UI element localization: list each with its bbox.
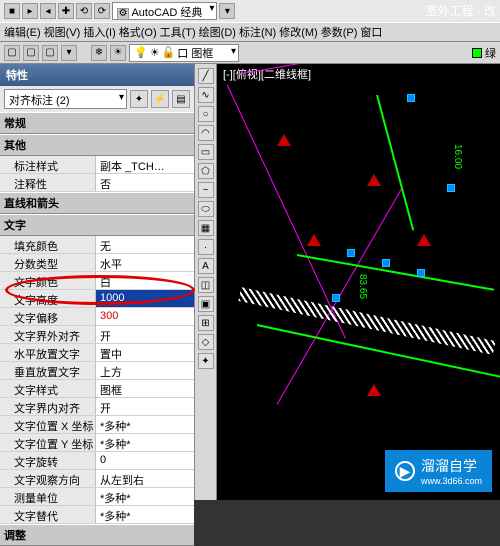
- val-posv[interactable]: 上方: [95, 362, 194, 379]
- cat-lines-arrows[interactable]: 直线和箭头: [0, 192, 194, 214]
- filter-icon[interactable]: ▤: [172, 90, 190, 108]
- tool-icon[interactable]: ▢: [23, 45, 39, 61]
- line-icon[interactable]: ╱: [198, 68, 214, 84]
- quick-icon[interactable]: ⚡: [151, 90, 169, 108]
- menu-format[interactable]: 格式(O): [119, 24, 157, 40]
- window-title: 室外工程 - 改: [425, 2, 496, 19]
- menu-view[interactable]: 视图(V): [44, 24, 81, 40]
- text-icon[interactable]: A: [198, 258, 214, 274]
- menu-modify[interactable]: 修改(M): [279, 24, 318, 40]
- val-textoffset[interactable]: 300: [95, 308, 194, 325]
- val-textrot[interactable]: 0: [95, 452, 194, 469]
- region-icon[interactable]: ▣: [198, 296, 214, 312]
- menu-insert[interactable]: 插入(I): [83, 24, 115, 40]
- poly-icon[interactable]: ⬠: [198, 163, 214, 179]
- point-icon[interactable]: ·: [198, 239, 214, 255]
- menu-param[interactable]: 参数(P): [321, 24, 358, 40]
- color-swatch[interactable]: [472, 48, 482, 58]
- icon-btn[interactable]: ◂: [40, 3, 56, 19]
- cat-text[interactable]: 文字: [0, 214, 194, 236]
- toolbar-row2: ▢ ▢ ▢ ▾ ❄ ☀ 💡☀🔓口 图框 绿: [0, 42, 500, 64]
- val-inalign[interactable]: 开: [95, 398, 194, 415]
- tool-icon[interactable]: ◇: [198, 334, 214, 350]
- val-measunit[interactable]: *多种*: [95, 488, 194, 505]
- pick-icon[interactable]: ✦: [130, 90, 148, 108]
- val-textheight[interactable]: 1000: [95, 290, 194, 307]
- val-viewdir[interactable]: 从左到右: [95, 470, 194, 487]
- val-annotative[interactable]: 否: [95, 174, 194, 191]
- hatch-icon[interactable]: ▦: [198, 220, 214, 236]
- save-icon[interactable]: ■: [4, 3, 20, 19]
- table-icon[interactable]: ⊞: [198, 315, 214, 331]
- pline-icon[interactable]: ∿: [198, 87, 214, 103]
- icon-btn[interactable]: ▸: [22, 3, 38, 19]
- menubar: 编辑(E) 视图(V) 插入(I) 格式(O) 工具(T) 绘图(D) 标注(N…: [0, 22, 500, 42]
- val-override[interactable]: *多种*: [95, 506, 194, 523]
- val-fill[interactable]: 无: [95, 236, 194, 253]
- panel-title: 特性: [0, 64, 194, 86]
- vertical-toolbar: ╱ ∿ ○ ◠ ▭ ⬠ ~ ⬭ ▦ · A ◫ ▣ ⊞ ◇ ✦: [195, 64, 217, 500]
- arc-icon[interactable]: ◠: [198, 125, 214, 141]
- tool-icon[interactable]: ▾: [61, 45, 77, 61]
- val-alignout[interactable]: 开: [95, 326, 194, 343]
- val-texty[interactable]: *多种*: [95, 434, 194, 451]
- val-dimstyle[interactable]: 副本 _TCH…: [95, 156, 194, 173]
- cat-other[interactable]: 其他: [0, 134, 194, 156]
- menu-dimension[interactable]: 标注(N): [239, 24, 276, 40]
- color-label: 绿: [485, 45, 496, 61]
- circle-icon[interactable]: ○: [198, 106, 214, 122]
- properties-panel: 特性 对齐标注 (2) ✦ ⚡ ▤ 常规 其他 标注样式副本 _TCH… 注释性…: [0, 64, 195, 500]
- cat-general[interactable]: 常规: [0, 112, 194, 134]
- menu-edit[interactable]: 编辑(E): [4, 24, 41, 40]
- menu-window[interactable]: 窗口: [360, 24, 382, 40]
- tool-icon[interactable]: ▢: [4, 45, 20, 61]
- selection-combo[interactable]: 对齐标注 (2): [4, 89, 127, 109]
- icon-btn[interactable]: ⟳: [94, 3, 110, 19]
- tool-icon[interactable]: ▢: [42, 45, 58, 61]
- menu-tools[interactable]: 工具(T): [160, 24, 196, 40]
- icon-btn[interactable]: ▾: [219, 3, 235, 19]
- val-fraction[interactable]: 水平: [95, 254, 194, 271]
- rect-icon[interactable]: ▭: [198, 144, 214, 160]
- val-textx[interactable]: *多种*: [95, 416, 194, 433]
- block-icon[interactable]: ◫: [198, 277, 214, 293]
- layer-combo[interactable]: 💡☀🔓口 图框: [129, 44, 239, 62]
- workspace-combo[interactable]: ⚙ AutoCAD 经典: [112, 2, 217, 20]
- menu-draw[interactable]: 绘图(D): [199, 24, 236, 40]
- tool-icon[interactable]: ✦: [198, 353, 214, 369]
- val-textcolor[interactable]: 白: [95, 272, 194, 289]
- dimension-text: 16.00: [452, 144, 463, 169]
- val-textstyle[interactable]: 图框: [95, 380, 194, 397]
- top-toolbar-row1: ■ ▸ ◂ ✚ ⟲ ⟳ ⚙ AutoCAD 经典 ▾ 室外工程 - 改: [0, 0, 500, 22]
- cat-adjust[interactable]: 调整: [0, 524, 194, 546]
- icon-btn[interactable]: ⟲: [76, 3, 92, 19]
- layer-icon[interactable]: ❄: [91, 45, 107, 61]
- watermark: ▶ 溜溜自学 www.3d66.com: [385, 450, 492, 492]
- layer-icon[interactable]: ☀: [110, 45, 126, 61]
- icon-btn[interactable]: ✚: [58, 3, 74, 19]
- ellipse-icon[interactable]: ⬭: [198, 201, 214, 217]
- drawing-canvas[interactable]: [-][俯视][二维线框] 16.00 83.65 ▶ 溜溜自学 www.3d6…: [217, 64, 500, 500]
- dimension-text: 83.65: [357, 274, 368, 299]
- spline-icon[interactable]: ~: [198, 182, 214, 198]
- val-posh[interactable]: 置中: [95, 344, 194, 361]
- play-icon: ▶: [395, 461, 415, 481]
